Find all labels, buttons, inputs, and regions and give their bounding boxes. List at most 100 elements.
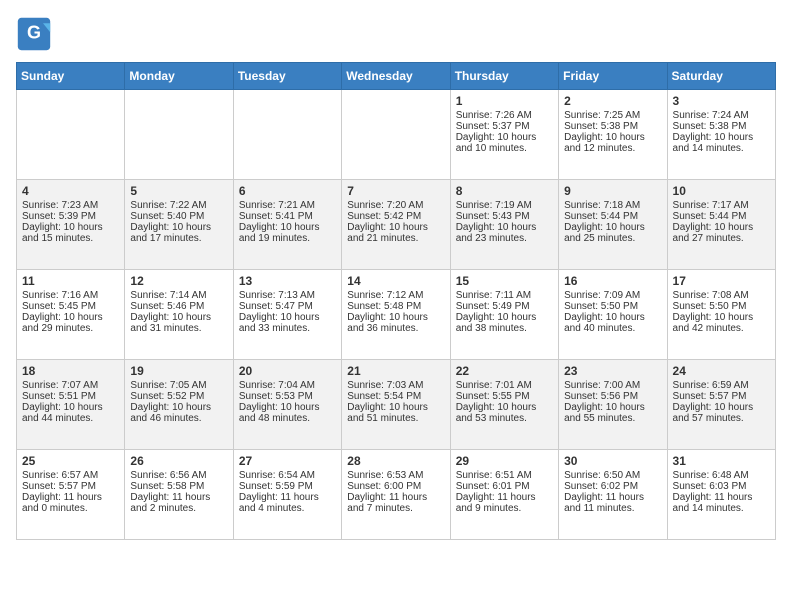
cell-info-line: Sunset: 5:42 PM (347, 211, 444, 222)
cell-info-line: Sunrise: 7:17 AM (673, 200, 770, 211)
svg-text:G: G (27, 23, 41, 43)
cell-info-line: Sunset: 5:37 PM (456, 121, 553, 132)
cell-info-line: and 0 minutes. (22, 503, 119, 514)
cell-info-line: and 36 minutes. (347, 323, 444, 334)
day-number: 13 (239, 274, 336, 288)
calendar-header-row: SundayMondayTuesdayWednesdayThursdayFrid… (17, 63, 776, 90)
cell-info-line: Daylight: 10 hours (673, 132, 770, 143)
cell-info-line: Sunrise: 7:23 AM (22, 200, 119, 211)
cell-info-line: Sunset: 5:49 PM (456, 301, 553, 312)
cell-info-line: and 4 minutes. (239, 503, 336, 514)
cell-info-line: Daylight: 10 hours (130, 402, 227, 413)
day-number: 12 (130, 274, 227, 288)
calendar-cell: 29Sunrise: 6:51 AMSunset: 6:01 PMDayligh… (450, 450, 558, 540)
cell-info-line: and 19 minutes. (239, 233, 336, 244)
cell-info-line: Sunrise: 7:14 AM (130, 290, 227, 301)
calendar-cell: 8Sunrise: 7:19 AMSunset: 5:43 PMDaylight… (450, 180, 558, 270)
day-number: 5 (130, 184, 227, 198)
cell-info-line: Daylight: 10 hours (22, 402, 119, 413)
cell-info-line: Sunrise: 7:13 AM (239, 290, 336, 301)
cell-info-line: Sunset: 5:46 PM (130, 301, 227, 312)
cell-info-line: Sunset: 5:48 PM (347, 301, 444, 312)
cell-info-line: and 29 minutes. (22, 323, 119, 334)
cell-info-line: Daylight: 10 hours (564, 132, 661, 143)
calendar-cell: 16Sunrise: 7:09 AMSunset: 5:50 PMDayligh… (559, 270, 667, 360)
day-number: 4 (22, 184, 119, 198)
calendar-cell (17, 90, 125, 180)
cell-info-line: Sunset: 5:50 PM (673, 301, 770, 312)
calendar-cell: 10Sunrise: 7:17 AMSunset: 5:44 PMDayligh… (667, 180, 775, 270)
cell-info-line: and 21 minutes. (347, 233, 444, 244)
cell-info-line: Daylight: 11 hours (130, 492, 227, 503)
calendar-cell: 30Sunrise: 6:50 AMSunset: 6:02 PMDayligh… (559, 450, 667, 540)
cell-info-line: Sunset: 5:57 PM (22, 481, 119, 492)
cell-info-line: Sunrise: 7:24 AM (673, 110, 770, 121)
cell-info-line: Sunrise: 6:50 AM (564, 470, 661, 481)
calendar-cell: 18Sunrise: 7:07 AMSunset: 5:51 PMDayligh… (17, 360, 125, 450)
day-number: 14 (347, 274, 444, 288)
cell-info-line: Sunset: 5:44 PM (673, 211, 770, 222)
cell-info-line: Sunrise: 6:53 AM (347, 470, 444, 481)
cell-info-line: Daylight: 10 hours (456, 312, 553, 323)
cell-info-line: Daylight: 10 hours (22, 222, 119, 233)
cell-info-line: Daylight: 11 hours (673, 492, 770, 503)
calendar-cell (342, 90, 450, 180)
cell-info-line: and 57 minutes. (673, 413, 770, 424)
cell-info-line: Daylight: 10 hours (239, 402, 336, 413)
cell-info-line: and 14 minutes. (673, 503, 770, 514)
cell-info-line: Sunset: 6:01 PM (456, 481, 553, 492)
cell-info-line: Sunrise: 6:48 AM (673, 470, 770, 481)
cell-info-line: Sunrise: 6:51 AM (456, 470, 553, 481)
calendar-cell: 27Sunrise: 6:54 AMSunset: 5:59 PMDayligh… (233, 450, 341, 540)
calendar-cell: 17Sunrise: 7:08 AMSunset: 5:50 PMDayligh… (667, 270, 775, 360)
day-number: 10 (673, 184, 770, 198)
cell-info-line: Sunset: 5:56 PM (564, 391, 661, 402)
day-number: 7 (347, 184, 444, 198)
cell-info-line: Daylight: 10 hours (347, 222, 444, 233)
calendar-week-row: 4Sunrise: 7:23 AMSunset: 5:39 PMDaylight… (17, 180, 776, 270)
cell-info-line: Sunrise: 7:18 AM (564, 200, 661, 211)
cell-info-line: Sunset: 5:43 PM (456, 211, 553, 222)
calendar-week-row: 25Sunrise: 6:57 AMSunset: 5:57 PMDayligh… (17, 450, 776, 540)
day-number: 16 (564, 274, 661, 288)
header-tuesday: Tuesday (233, 63, 341, 90)
cell-info-line: Daylight: 10 hours (564, 222, 661, 233)
day-number: 6 (239, 184, 336, 198)
cell-info-line: Sunrise: 7:05 AM (130, 380, 227, 391)
cell-info-line: Sunset: 5:44 PM (564, 211, 661, 222)
day-number: 9 (564, 184, 661, 198)
calendar-cell: 22Sunrise: 7:01 AMSunset: 5:55 PMDayligh… (450, 360, 558, 450)
cell-info-line: Sunrise: 7:16 AM (22, 290, 119, 301)
day-number: 8 (456, 184, 553, 198)
day-number: 15 (456, 274, 553, 288)
day-number: 22 (456, 364, 553, 378)
day-number: 21 (347, 364, 444, 378)
calendar-cell: 31Sunrise: 6:48 AMSunset: 6:03 PMDayligh… (667, 450, 775, 540)
calendar-week-row: 11Sunrise: 7:16 AMSunset: 5:45 PMDayligh… (17, 270, 776, 360)
page-header: G (16, 16, 776, 52)
cell-info-line: and 40 minutes. (564, 323, 661, 334)
calendar-cell: 19Sunrise: 7:05 AMSunset: 5:52 PMDayligh… (125, 360, 233, 450)
cell-info-line: and 46 minutes. (130, 413, 227, 424)
day-number: 3 (673, 94, 770, 108)
cell-info-line: Daylight: 10 hours (673, 312, 770, 323)
cell-info-line: Sunset: 5:50 PM (564, 301, 661, 312)
header-friday: Friday (559, 63, 667, 90)
cell-info-line: Sunset: 6:00 PM (347, 481, 444, 492)
cell-info-line: Sunset: 5:47 PM (239, 301, 336, 312)
cell-info-line: and 44 minutes. (22, 413, 119, 424)
cell-info-line: Daylight: 11 hours (347, 492, 444, 503)
day-number: 30 (564, 454, 661, 468)
calendar-cell: 12Sunrise: 7:14 AMSunset: 5:46 PMDayligh… (125, 270, 233, 360)
day-number: 25 (22, 454, 119, 468)
day-number: 27 (239, 454, 336, 468)
calendar-cell: 7Sunrise: 7:20 AMSunset: 5:42 PMDaylight… (342, 180, 450, 270)
calendar-cell: 1Sunrise: 7:26 AMSunset: 5:37 PMDaylight… (450, 90, 558, 180)
cell-info-line: Sunrise: 6:56 AM (130, 470, 227, 481)
cell-info-line: and 2 minutes. (130, 503, 227, 514)
day-number: 19 (130, 364, 227, 378)
cell-info-line: Daylight: 10 hours (564, 312, 661, 323)
cell-info-line: and 31 minutes. (130, 323, 227, 334)
cell-info-line: Sunrise: 7:08 AM (673, 290, 770, 301)
cell-info-line: Daylight: 10 hours (456, 402, 553, 413)
